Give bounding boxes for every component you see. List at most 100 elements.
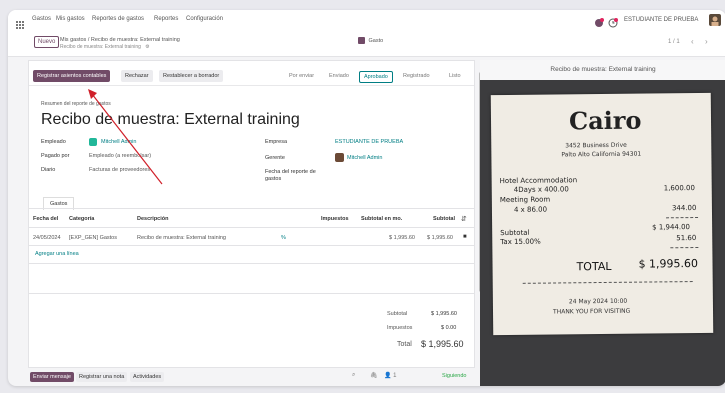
col-category[interactable]: Categoría — [69, 216, 94, 222]
following-button[interactable]: Siguiendo — [442, 373, 466, 379]
search-messages-icon[interactable]: ⌕ — [352, 372, 355, 379]
column-settings-icon[interactable]: ⇵ — [461, 215, 467, 223]
receipt-tax-label: Tax 15.00% — [500, 237, 541, 247]
receipt-address-2: Palto Alto California 94301 — [561, 150, 642, 159]
page-title[interactable]: Recibo de muestra: External training — [41, 111, 300, 129]
col-subtotal-currency[interactable]: Subtotal en mo. — [361, 216, 402, 222]
table-bottom-divider — [29, 293, 474, 294]
receipt-divider-1 — [666, 216, 699, 219]
subtotal-label: Subtotal — [387, 311, 408, 317]
stage-done[interactable]: Listo — [445, 71, 465, 81]
row-divider — [29, 245, 474, 246]
receipt-subtotal-value: $ 1,944.00 — [652, 223, 691, 232]
col-subtotal[interactable]: Subtotal — [433, 216, 455, 222]
receipt-image: Cairo 3452 Business Drive Palto Alto Cal… — [490, 92, 714, 336]
post-journal-entries-button[interactable]: Registrar asientos contables — [33, 70, 111, 82]
stage-to-submit[interactable]: Por enviar — [285, 71, 318, 81]
journal-label: Diario — [41, 167, 56, 173]
taxes-label: Impuestos — [387, 325, 413, 331]
receipt-divider-3 — [522, 281, 693, 284]
receipt-logo: Cairo — [568, 105, 642, 136]
manager-field[interactable]: Mitchell Admin — [347, 155, 382, 161]
followers-count: 1 — [393, 373, 397, 379]
attachment-preview: Recibo de muestra: External training Cai… — [480, 60, 725, 386]
receipt-line-2-value: 344.00 — [671, 204, 697, 213]
user-avatar[interactable] — [709, 13, 721, 31]
activities-button[interactable]: Actividades — [130, 372, 165, 382]
stage-submitted[interactable]: Enviado — [325, 71, 353, 81]
manager-label: Gerente — [265, 155, 285, 161]
control-panel: Nuevo Mis gastos / Recibo de muestra: Ex… — [8, 30, 725, 57]
add-line-link[interactable]: Agregar una línea — [35, 251, 79, 257]
annotation-arrow-icon — [88, 89, 163, 185]
cell-taxes[interactable]: % — [281, 235, 286, 241]
cell-subtotal-currency: $ 1,995.60 — [389, 235, 415, 241]
taxes-value: $ 0.00 — [441, 325, 457, 331]
employee-label: Empleado — [41, 139, 66, 145]
stage-posted[interactable]: Registrado — [399, 71, 434, 81]
cell-description[interactable]: Recibo de muestra: External training — [137, 235, 226, 241]
refuse-button[interactable]: Rechazar — [121, 70, 153, 82]
report-date-label: Fecha del reporte de gastos — [265, 169, 316, 182]
col-taxes[interactable]: Impuestos — [321, 216, 349, 222]
receipt-line-1-value: 1,600.00 — [663, 184, 695, 193]
col-description[interactable]: Descripción — [137, 216, 168, 222]
new-button[interactable]: Nuevo — [34, 36, 60, 48]
attachments-icon[interactable]: 🖇 — [370, 372, 378, 379]
nav-reports[interactable]: Reportes — [154, 16, 178, 22]
cell-category[interactable]: [EXP_GEN] Gastos — [69, 235, 117, 241]
receipt-line-1-detail: 4Days x 400.00 — [513, 185, 569, 194]
preview-title: Recibo de muestra: External training — [480, 60, 725, 80]
pager-next-icon[interactable]: › — [705, 37, 708, 46]
col-date[interactable]: Fecha del — [33, 216, 58, 222]
nav-app-expenses[interactable]: Gastos — [32, 16, 51, 22]
receipt-tax-value: 51.60 — [676, 234, 697, 243]
followers-icon: 👤 — [384, 373, 392, 379]
company-switcher[interactable]: ESTUDIANTE DE PRUEBA — [624, 17, 698, 23]
receipt-subtotal-label: Subtotal — [500, 228, 530, 238]
nav-expense-reports[interactable]: Reportes de gastos — [92, 16, 144, 22]
total-value: $ 1,995.60 — [421, 339, 464, 349]
company-field[interactable]: ESTUDIANTE DE PRUEBA — [335, 139, 403, 145]
header-divider — [29, 227, 474, 228]
followers-button[interactable]: 👤 1 — [384, 372, 397, 379]
breadcrumb-record-name: Recibo de muestra: External training — [60, 44, 141, 50]
receipt-total-value: $ 1,995.60 — [638, 256, 699, 271]
cell-date[interactable]: 24/05/2024 — [33, 235, 61, 241]
reset-to-draft-button[interactable]: Restablecer a borrador — [159, 70, 224, 82]
log-note-button[interactable]: Registrar una nota — [76, 372, 128, 382]
pager-prev-icon[interactable]: ‹ — [691, 37, 694, 46]
total-label: Total — [397, 341, 412, 348]
breadcrumb-record: Recibo de muestra: External training ⚙ — [60, 44, 150, 50]
company-label: Empresa — [265, 139, 288, 145]
send-message-button[interactable]: Enviar mensaje — [30, 372, 74, 382]
top-navbar: Gastos Mis gastos Reportes de gastos Rep… — [8, 10, 725, 31]
receipt-divider-2 — [670, 246, 699, 249]
paid-by-label: Pagado por — [41, 153, 70, 159]
receipt-line-2-detail: 4 x 86.00 — [513, 205, 548, 214]
receipt-total-label: TOTAL — [576, 259, 612, 274]
receipt-thanks: THANK YOU FOR VISITING — [552, 307, 631, 316]
chatter-bar: Enviar mensaje Registrar una nota Activi… — [28, 368, 473, 386]
attachment-chat-button[interactable]: Gasto — [358, 37, 383, 44]
add-line-divider — [29, 263, 474, 264]
receipt-line-2-label: Meeting Room — [499, 195, 551, 205]
subtotal-value: $ 1,995.60 — [431, 311, 457, 317]
pager-value[interactable]: 1 / 1 — [668, 39, 680, 45]
stage-approved[interactable]: Aprobado — [359, 71, 393, 83]
nav-my-expenses[interactable]: Mis gastos — [56, 16, 85, 22]
statusbar: Registrar asientos contables Rechazar Re… — [29, 67, 474, 86]
tab-divider — [29, 208, 474, 209]
breadcrumb[interactable]: Mis gastos / Recibo de muestra: External… — [60, 37, 180, 43]
gear-icon[interactable]: ⚙ — [145, 44, 149, 50]
cell-subtotal: $ 1,995.60 — [427, 235, 453, 241]
receipt-date: 24 May 2024 10:00 — [568, 297, 628, 306]
paperclip-icon — [358, 37, 365, 44]
receipt-line-1-label: Hotel Accommodation — [499, 176, 578, 186]
nav-configuration[interactable]: Configuración — [186, 16, 223, 22]
chat-label: Gasto — [368, 37, 384, 44]
manager-avatar — [335, 153, 344, 162]
odoo-window: Gastos Mis gastos Reportes de gastos Rep… — [8, 10, 725, 386]
delete-row-icon[interactable]: ■ — [463, 234, 467, 240]
receipt-address-1: 3452 Business Drive — [565, 141, 627, 150]
